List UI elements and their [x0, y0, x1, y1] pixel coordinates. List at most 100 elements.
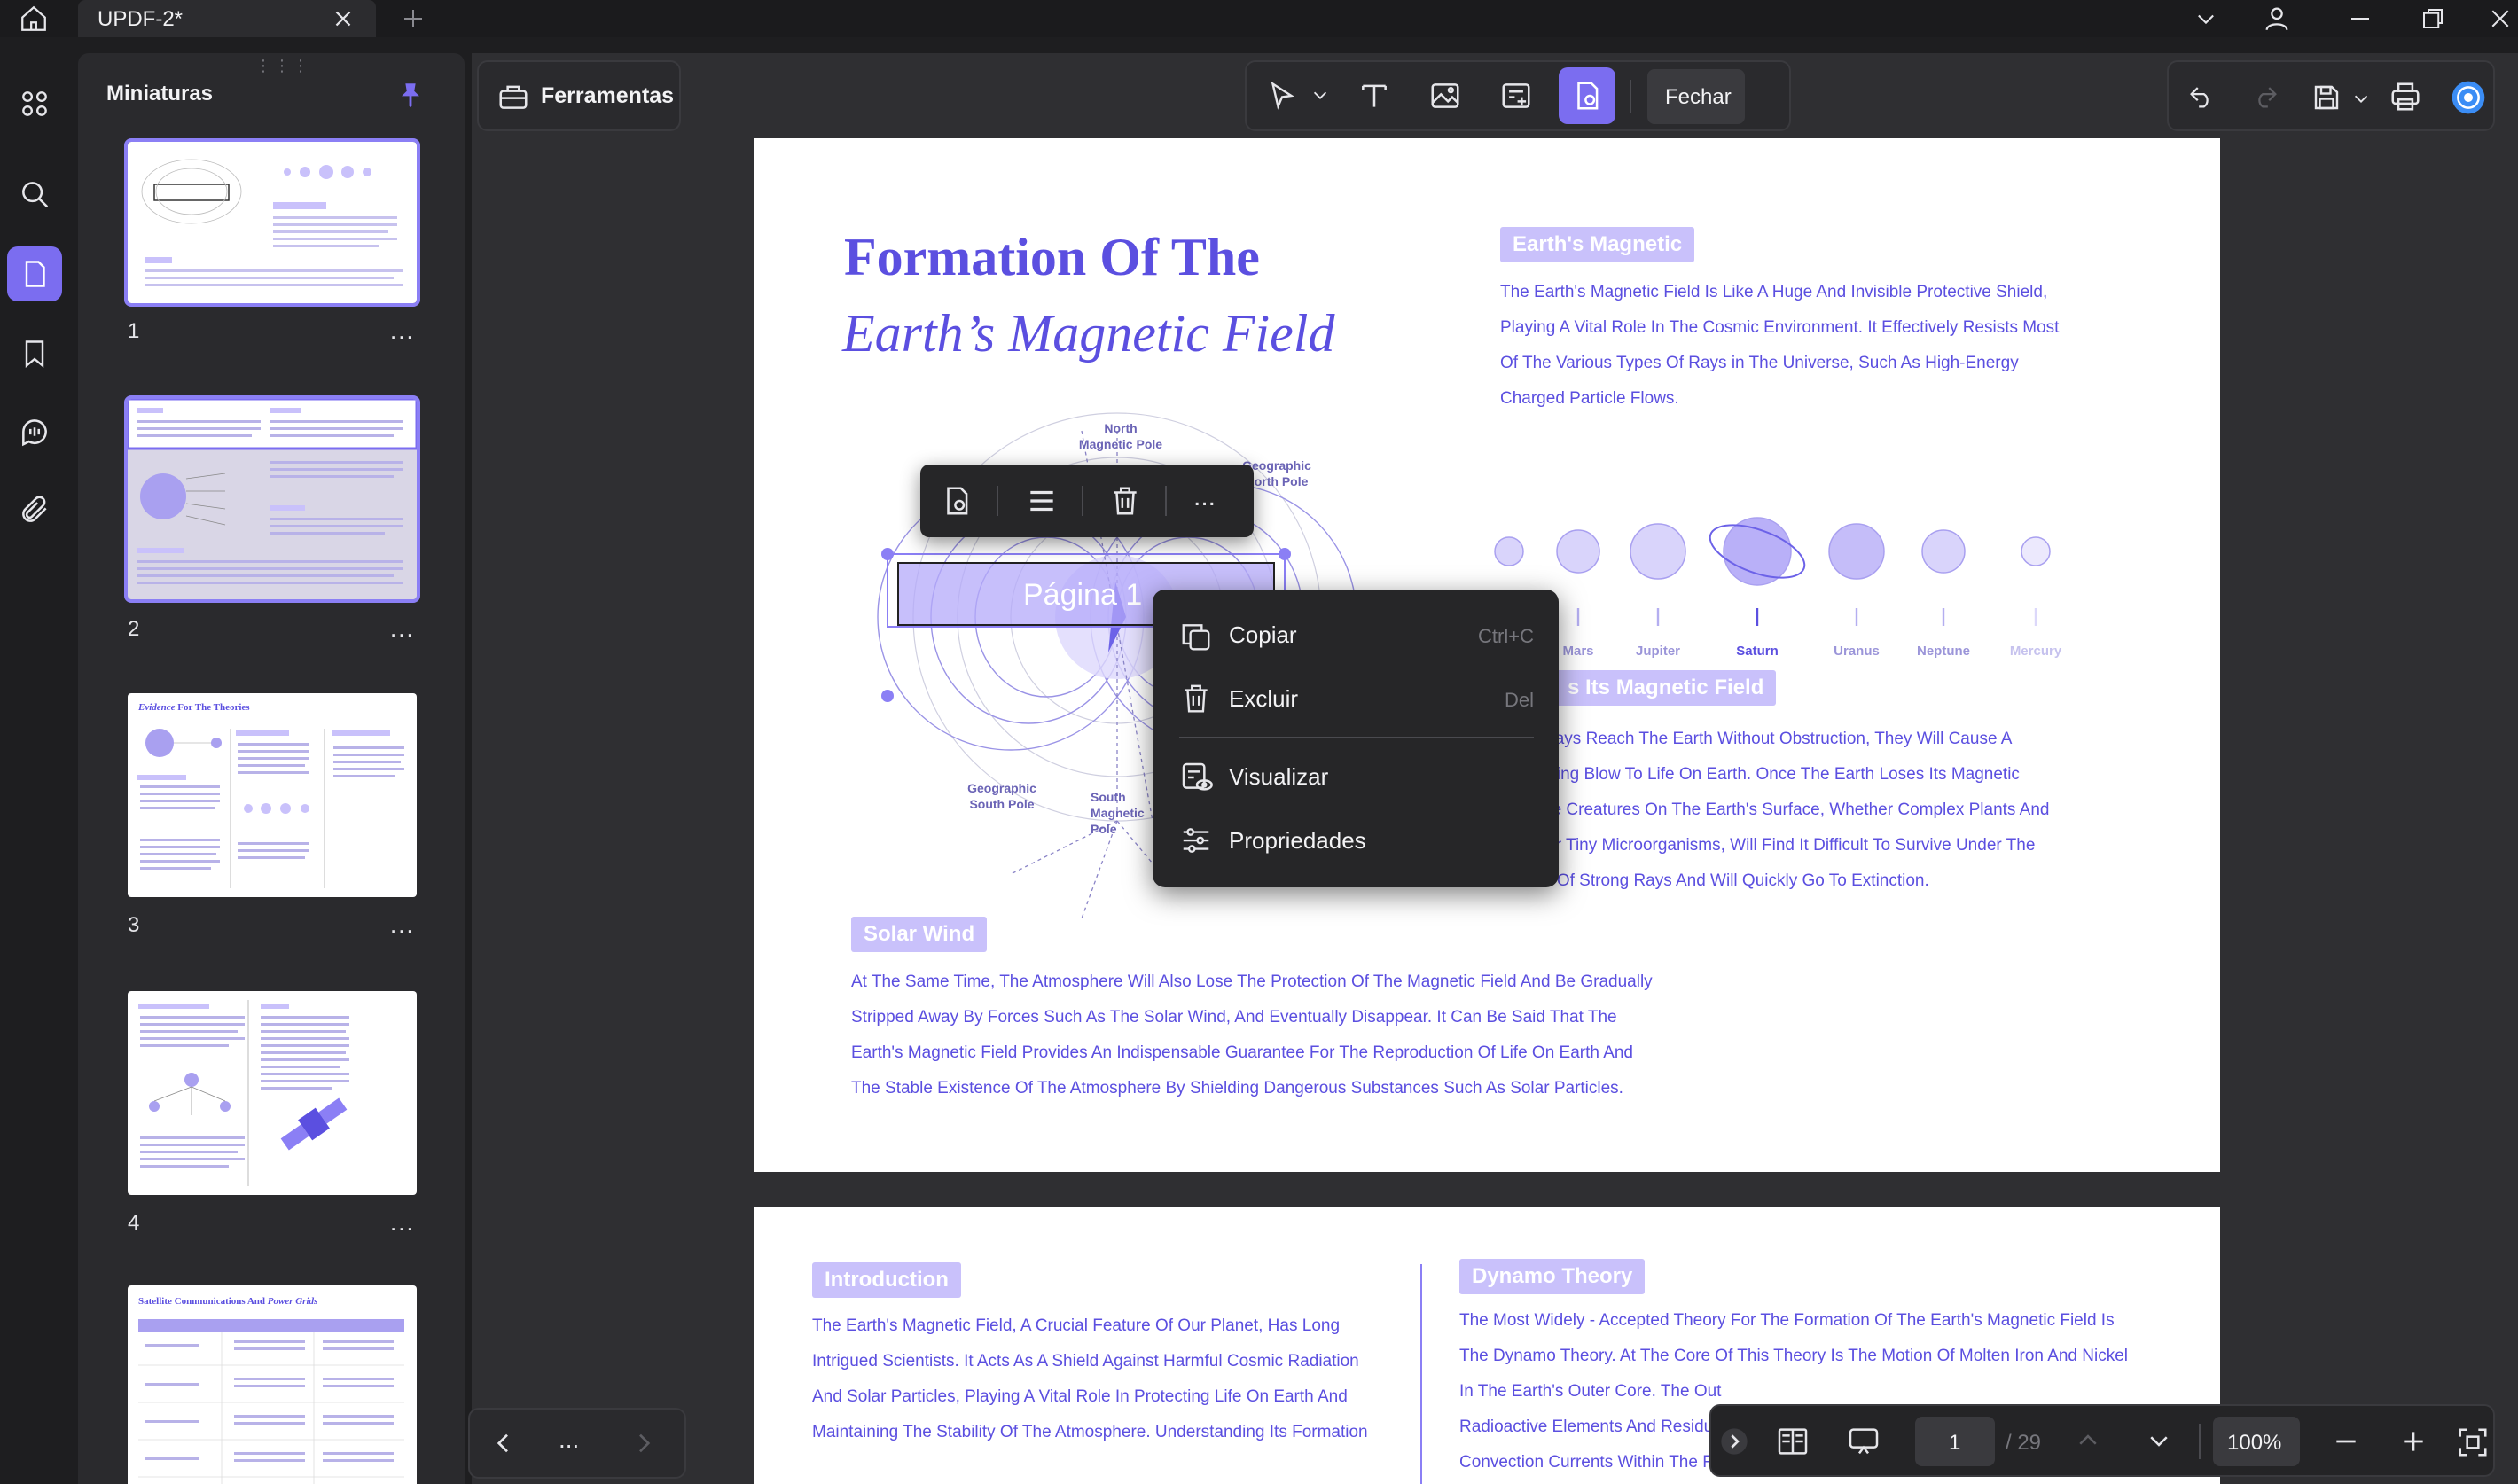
- planet-label: Saturn: [1736, 644, 1779, 659]
- text-line: Of The Various Types Of Rays in The Univ…: [1500, 354, 2019, 372]
- thumbnail-page-4[interactable]: [128, 991, 417, 1195]
- ai-assistant-icon[interactable]: [2451, 80, 2486, 120]
- minimize-icon[interactable]: [2342, 2, 2378, 35]
- thumbnail-page-5[interactable]: Satellite Communications And Power Grids: [128, 1285, 417, 1484]
- page-layout-icon[interactable]: [1775, 1424, 1810, 1464]
- text-tool-icon[interactable]: [1346, 67, 1403, 124]
- label-geographic-south-pole: Geographic South Pole: [967, 781, 1036, 811]
- more-options-button[interactable]: ...: [1193, 482, 1216, 512]
- page-number-input[interactable]: 1: [1915, 1417, 1995, 1466]
- text-line: The Stable Existence Of The Atmosphere B…: [851, 1079, 1623, 1097]
- sliders-icon: [1179, 824, 1213, 862]
- thumbnails-icon[interactable]: [7, 246, 62, 301]
- select-tool-icon[interactable]: [1254, 67, 1310, 124]
- edit-toolbar: Fechar: [1245, 60, 1791, 131]
- planet-label: Neptune: [1917, 644, 1970, 659]
- document-tab[interactable]: UPDF-2*: [78, 0, 376, 37]
- link-tool-icon[interactable]: [1488, 67, 1544, 124]
- thumbnail-number: 3: [128, 913, 140, 937]
- element-toolbar: ...: [920, 465, 1254, 537]
- zoom-level-input[interactable]: 100%: [2213, 1417, 2300, 1466]
- zoom-out-icon[interactable]: [2332, 1427, 2360, 1460]
- text-line: Earth's Magnetic Field Provides An Indis…: [851, 1043, 1633, 1062]
- thumbnail-number: 4: [128, 1211, 140, 1235]
- watermark-settings-icon[interactable]: [940, 484, 974, 522]
- menu-item-delete[interactable]: Excluir Del: [1179, 673, 1534, 726]
- apps-icon[interactable]: [7, 76, 62, 131]
- chevron-up-icon[interactable]: [2075, 1427, 2101, 1458]
- copy-icon: [1179, 620, 1213, 658]
- thumbnails-panel: ⋮⋮⋮ Miniaturas 1 ... 2 ... Evidence For …: [78, 53, 465, 1484]
- text-line: ating Blow To Life On Earth. Once The Ea…: [1543, 765, 2020, 784]
- thumbnail-more-button[interactable]: ...: [390, 1209, 415, 1237]
- close-tab-icon[interactable]: [330, 5, 356, 36]
- more-pages-button[interactable]: ...: [559, 1425, 579, 1454]
- save-icon[interactable]: [2311, 82, 2342, 118]
- fit-page-icon[interactable]: [2456, 1425, 2490, 1464]
- text-line: The Earth's Magnetic Field Is Like A Hug…: [1500, 283, 2048, 301]
- title-bar: UPDF-2*: [0, 0, 2518, 37]
- zoom-level: 100%: [2227, 1431, 2282, 1455]
- image-tool-icon[interactable]: [1417, 67, 1474, 124]
- resize-handle[interactable]: [881, 548, 894, 560]
- left-rail: [0, 37, 71, 1484]
- thumbnail-more-button[interactable]: ...: [390, 615, 415, 643]
- new-tab-icon[interactable]: [395, 2, 431, 35]
- close-edit-label: Fechar: [1665, 85, 1732, 109]
- home-icon[interactable]: [16, 2, 51, 35]
- paragraph-magnetic: The Earth's Magnetic Field Is Like A Hug…: [1500, 275, 2121, 417]
- account-icon[interactable]: [2259, 2, 2295, 35]
- align-icon[interactable]: [1025, 484, 1059, 522]
- pin-icon[interactable]: [395, 80, 426, 114]
- menu-item-copy[interactable]: Copiar Ctrl+C: [1179, 609, 1534, 662]
- document-work-area[interactable]: Ferramentas Fechar Formation Of The Eart…: [468, 53, 2518, 1484]
- section-chip-magnetic: Earth's Magnetic: [1500, 227, 1695, 262]
- close-window-icon[interactable]: [2483, 2, 2518, 35]
- resize-handle[interactable]: [881, 690, 894, 702]
- thumbnail-page-2[interactable]: [124, 395, 420, 603]
- search-icon[interactable]: [7, 167, 62, 222]
- delete-icon[interactable]: [1108, 484, 1142, 522]
- menu-item-label: Excluir: [1229, 685, 1299, 712]
- watermark-tool-icon[interactable]: [1559, 67, 1615, 124]
- text-line: The Dynamo Theory. At The Core Of This T…: [1459, 1347, 2129, 1365]
- zoom-in-icon[interactable]: [2399, 1427, 2428, 1460]
- chevron-down-icon[interactable]: [1310, 85, 1330, 109]
- chevron-down-icon[interactable]: [2188, 2, 2224, 35]
- menu-item-view[interactable]: Visualizar: [1179, 751, 1534, 804]
- print-icon[interactable]: [2389, 80, 2422, 118]
- page-control-bar: 1 / 29 100%: [1709, 1404, 2495, 1477]
- presentation-icon[interactable]: [1846, 1424, 1881, 1464]
- menu-item-properties[interactable]: Propriedades: [1179, 815, 1534, 868]
- undo-icon[interactable]: [2186, 82, 2217, 116]
- attachment-icon[interactable]: [7, 482, 62, 537]
- bookmark-icon[interactable]: [7, 326, 62, 381]
- text-line: The Most Widely - Accepted Theory For Th…: [1459, 1311, 2115, 1330]
- section-chip-dynamo: Dynamo Theory: [1459, 1259, 1646, 1294]
- thumbnail-more-button[interactable]: ...: [390, 911, 415, 939]
- section-chip-loses-field: s Its Magnetic Field: [1552, 670, 1777, 706]
- text-line: Or Tiny Microorganisms, Will Find It Dif…: [1543, 836, 2036, 855]
- thumbnail-more-button[interactable]: ...: [390, 317, 415, 345]
- chevron-left-icon[interactable]: [489, 1429, 518, 1462]
- redo-icon[interactable]: [2250, 82, 2280, 116]
- tools-button[interactable]: Ferramentas: [477, 60, 681, 131]
- menu-item-label: Copiar: [1229, 621, 1297, 648]
- chevron-down-icon[interactable]: [2146, 1427, 2172, 1458]
- resize-handle[interactable]: [1279, 548, 1291, 560]
- thumbnail-page-3[interactable]: Evidence For The Theories: [128, 693, 417, 897]
- panel-resize-handle[interactable]: ⋮⋮⋮: [255, 57, 311, 75]
- close-edit-button[interactable]: Fechar: [1647, 69, 1745, 124]
- comments-icon[interactable]: [7, 404, 62, 459]
- thumbnail-number: 2: [128, 617, 140, 641]
- chevron-down-icon[interactable]: [2351, 89, 2371, 113]
- restore-icon[interactable]: [2415, 2, 2451, 35]
- thumbnail-number: 1: [128, 319, 140, 343]
- paragraph-solar-wind: At The Same Time, The Atmosphere Will Al…: [851, 965, 1738, 1106]
- page-title-line2: Earth’s Magnetic Field: [842, 304, 1335, 363]
- chevron-right-icon[interactable]: [630, 1429, 658, 1462]
- column-divider: [1420, 1264, 1422, 1484]
- text-line: Rays Reach The Earth Without Obstruction…: [1543, 730, 2013, 748]
- collapse-bar-icon[interactable]: [1720, 1427, 1748, 1460]
- thumbnail-page-1[interactable]: [124, 138, 420, 307]
